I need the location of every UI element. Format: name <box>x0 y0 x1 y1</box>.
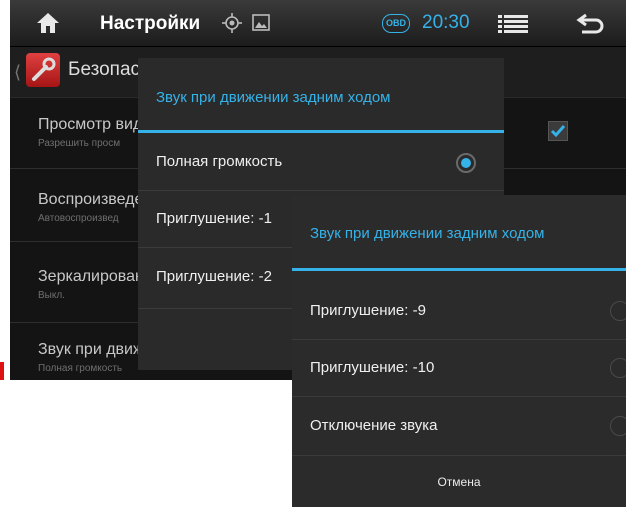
action-bar-title: Безопас <box>68 59 141 80</box>
radio-selected[interactable] <box>456 153 476 173</box>
radio-unselected[interactable] <box>610 358 626 378</box>
settings-item-title: Воспроизведе <box>38 191 144 208</box>
settings-item-title: Звук при движ <box>38 341 144 358</box>
option-label: Приглушение: -10 <box>310 359 435 376</box>
obd-badge: OBD <box>382 14 410 33</box>
option-label: Приглушение: -9 <box>310 302 426 319</box>
settings-app-icon <box>26 53 60 87</box>
image-icon <box>252 14 270 31</box>
status-bar: Настройки OBD 20:30 <box>10 0 626 47</box>
dialog-title: Звук при движении задним ходом <box>310 225 545 242</box>
location-icon <box>222 13 242 33</box>
option-full-volume[interactable]: Полная громкость <box>138 134 504 191</box>
settings-item-subtitle: Автовоспроизвед <box>38 213 119 224</box>
red-edge-marker <box>0 362 4 380</box>
settings-item-title: Просмотр вид <box>38 116 143 133</box>
settings-item-title: Зеркалирован <box>38 268 144 285</box>
clock: 20:30 <box>422 12 470 33</box>
cancel-button[interactable]: Отмена <box>292 457 626 507</box>
settings-item-subtitle: Полная громкость <box>38 363 123 374</box>
list-menu-icon[interactable] <box>498 14 528 34</box>
back-arrow-icon[interactable] <box>576 12 606 34</box>
reverse-sound-dialog-front: Звук при движении задним ходом Приглушен… <box>292 195 626 507</box>
radio-unselected[interactable] <box>610 416 626 436</box>
chevron-left-icon[interactable]: ⟨ <box>14 62 21 83</box>
option-attenuation-10[interactable]: Приглушение: -10 <box>292 340 626 397</box>
option-attenuation-9[interactable]: Приглушение: -9 <box>292 283 626 340</box>
option-label: Отключение звука <box>310 417 438 434</box>
settings-item-subtitle: Разрешить просм <box>38 138 121 149</box>
rear-view-checkbox[interactable] <box>548 121 568 141</box>
radio-unselected[interactable] <box>610 301 626 321</box>
home-icon[interactable] <box>36 12 60 34</box>
option-label: Приглушение: -1 <box>156 210 272 227</box>
dialog-title-divider <box>292 268 626 271</box>
status-title: Настройки <box>100 13 201 34</box>
settings-item-subtitle: Выкл. <box>38 290 65 301</box>
option-label: Приглушение: -2 <box>156 268 272 285</box>
option-mute[interactable]: Отключение звука <box>292 397 626 456</box>
dialog-title: Звук при движении задним ходом <box>156 89 391 106</box>
option-label: Полная громкость <box>156 153 283 170</box>
dialog-title-divider <box>138 130 504 133</box>
